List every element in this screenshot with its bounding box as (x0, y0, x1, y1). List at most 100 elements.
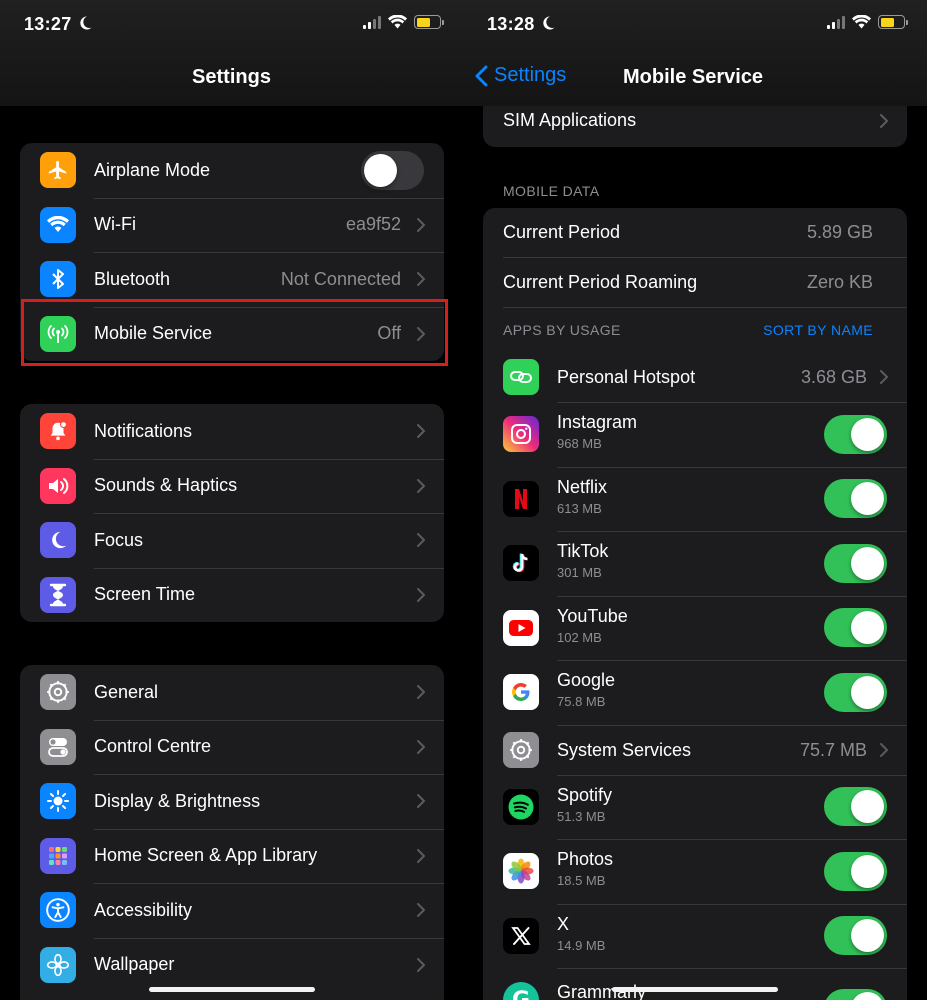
focus-moon-icon (543, 16, 555, 30)
status-time: 13:27 (24, 14, 72, 34)
wifi-status-icon (852, 15, 871, 29)
back-button[interactable]: Settings (475, 64, 566, 87)
settings-row-notifications[interactable]: Notifications (20, 404, 444, 459)
app-row-netflix: Netflix 613 MB (483, 466, 907, 532)
chevron-right-icon (880, 742, 888, 757)
grammarly-icon: G (503, 982, 539, 1000)
chevron-right-icon (880, 370, 888, 384)
chevron-right-icon (417, 587, 425, 602)
apps-by-usage-header: APPS BY USAGE (503, 322, 621, 338)
app-data-size: 75.8 MB (557, 694, 606, 709)
settings-row-wifi[interactable]: Wi-Fi ea9f52 (20, 197, 444, 253)
settings-screen: 13:27 Settings Airplane Mode Wi-Fi ea9f5… (0, 0, 463, 1000)
sim-applications-label: SIM Applications (503, 110, 637, 130)
settings-row-airplane-mode[interactable]: Airplane Mode (20, 143, 444, 198)
settings-row-control-centre[interactable]: Control Centre (20, 719, 444, 775)
battery-icon (878, 15, 908, 29)
app-name: Photos (557, 849, 614, 869)
switches-icon (40, 728, 76, 765)
settings-row-screen-time[interactable]: Screen Time (20, 567, 444, 623)
bluetooth-status-value: Not Connected (280, 268, 401, 289)
settings-row-home-screen[interactable]: Home Screen & App Library (20, 828, 444, 884)
x-data-toggle[interactable] (824, 916, 887, 956)
app-name: Spotify (557, 784, 613, 805)
gear-icon (503, 731, 539, 768)
app-name: TikTok (557, 541, 609, 561)
highlight-box (21, 299, 448, 366)
app-data-size: 51.3 MB (557, 808, 606, 824)
status-bar: 13:28 (463, 0, 927, 50)
page-title: Settings (192, 66, 271, 88)
notifications-group: Notifications Sounds & Haptics Focus Scr… (20, 404, 444, 622)
wifi-icon (40, 206, 76, 243)
bell-icon (40, 413, 76, 450)
airplane-mode-toggle[interactable] (361, 150, 424, 190)
status-bar: 13:27 (0, 0, 463, 50)
hourglass-icon (40, 576, 76, 613)
sort-by-name-button[interactable]: SORT BY NAME (763, 322, 873, 338)
photos-data-toggle[interactable] (824, 851, 887, 891)
x-icon (503, 917, 539, 954)
settings-row-label: Display & Brightness (94, 790, 261, 811)
settings-row-focus[interactable]: Focus (20, 513, 444, 568)
home-indicator[interactable] (149, 987, 315, 992)
app-row-spotify: Spotify 51.3 MB (483, 774, 907, 840)
moon-icon (40, 522, 76, 559)
instagram-data-toggle[interactable] (824, 414, 887, 454)
app-row-youtube: YouTube 102 MB (483, 595, 907, 661)
app-row-personal-hotspot[interactable]: Personal Hotspot 3.68 GB (483, 352, 907, 402)
google-data-toggle[interactable] (824, 672, 887, 712)
grammarly-data-toggle[interactable] (824, 989, 887, 1000)
settings-row-label: Focus (94, 529, 144, 550)
app-name: X (557, 913, 570, 934)
status-icons (827, 15, 908, 29)
apps-by-usage-header-row: APPS BY USAGE SORT BY NAME (483, 308, 907, 352)
chevron-right-icon (880, 113, 888, 128)
back-button-label: Settings (494, 64, 567, 86)
instagram-icon (503, 416, 539, 452)
app-data-size: 18.5 MB (557, 873, 606, 888)
settings-row-label: Home Screen & App Library (94, 845, 318, 866)
bluetooth-icon (40, 261, 76, 298)
nav-bar: 13:27 Settings (0, 0, 463, 106)
app-name: Google (557, 670, 616, 690)
page-title: Mobile Service (623, 66, 764, 88)
app-row-system-services[interactable]: System Services 75.7 MB (483, 724, 907, 775)
chevron-left-icon (475, 65, 488, 86)
cellular-signal-icon (827, 15, 845, 29)
sim-applications-row[interactable]: SIM Applications (483, 106, 907, 135)
settings-row-display-brightness[interactable]: Display & Brightness (20, 774, 444, 829)
app-data-size: 102 MB (557, 629, 602, 645)
wifi-network-value: ea9f52 (345, 214, 401, 235)
home-indicator[interactable] (612, 987, 778, 992)
current-period-roaming-row: Current Period Roaming Zero KB (483, 258, 907, 307)
current-period-value: 5.89 GB (806, 222, 873, 242)
settings-row-sounds-haptics[interactable]: Sounds & Haptics (20, 458, 444, 514)
settings-row-label: Airplane Mode (94, 159, 211, 180)
status-time: 13:28 (487, 14, 535, 34)
accessibility-icon (40, 892, 76, 929)
settings-row-wallpaper[interactable]: Wallpaper (20, 937, 444, 993)
settings-row-label: General (94, 681, 159, 702)
app-row-photos: Photos 18.5 MB (483, 839, 907, 904)
hotspot-icon (503, 359, 539, 395)
settings-row-label: Control Centre (94, 736, 212, 757)
settings-row-general[interactable]: General (20, 665, 444, 720)
settings-row-label: Wi-Fi (94, 214, 136, 235)
chevron-right-icon (417, 848, 425, 863)
chevron-right-icon (417, 533, 425, 548)
app-data-size: 301 MB (557, 565, 602, 580)
current-period-label: Current Period (503, 222, 621, 242)
tiktok-data-toggle[interactable] (824, 543, 887, 583)
settings-row-label: Notifications (94, 420, 193, 441)
settings-row-accessibility[interactable]: Accessibility (20, 883, 444, 938)
chevron-right-icon (417, 217, 425, 232)
spotify-data-toggle[interactable] (824, 787, 887, 827)
mobile-data-group: Current Period 5.89 GB Current Period Ro… (483, 208, 907, 1000)
speaker-icon (40, 467, 76, 504)
app-row-grammarly: G Grammarly (483, 968, 907, 1000)
app-name: Personal Hotspot (557, 367, 696, 387)
youtube-data-toggle[interactable] (824, 608, 887, 648)
google-icon (503, 674, 539, 710)
netflix-data-toggle[interactable] (824, 479, 887, 519)
